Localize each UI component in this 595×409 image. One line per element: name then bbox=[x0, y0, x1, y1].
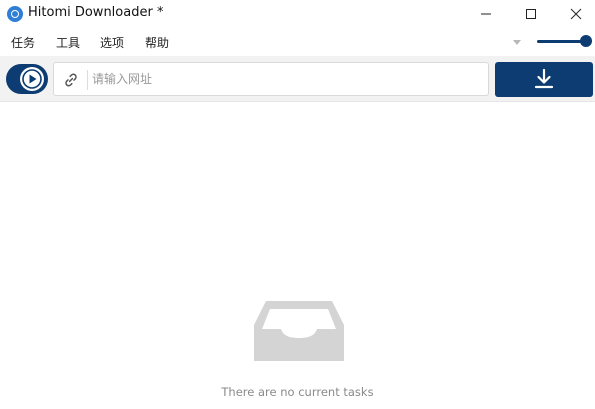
run-toggle[interactable] bbox=[6, 64, 48, 94]
slider-handle[interactable] bbox=[580, 35, 592, 47]
title-bar: Hitomi Downloader * bbox=[0, 0, 595, 28]
maximize-icon bbox=[526, 9, 536, 19]
menu-tools[interactable]: 工具 bbox=[56, 34, 80, 51]
url-divider bbox=[87, 70, 88, 90]
hitomi-app-icon bbox=[7, 6, 23, 22]
inbox-tray-icon bbox=[254, 301, 344, 361]
window-title: Hitomi Downloader * bbox=[28, 5, 164, 20]
menu-bar: 任务 工具 选项 帮助 bbox=[0, 30, 595, 54]
volume-slider[interactable] bbox=[537, 40, 585, 43]
minimize-button[interactable] bbox=[463, 0, 509, 28]
download-icon bbox=[534, 68, 554, 89]
close-button[interactable] bbox=[553, 0, 595, 28]
url-box bbox=[53, 62, 489, 96]
minimize-icon bbox=[481, 13, 491, 15]
toggle-knob bbox=[20, 67, 44, 91]
url-input[interactable] bbox=[92, 63, 482, 95]
link-icon bbox=[65, 73, 77, 87]
menu-help[interactable]: 帮助 bbox=[145, 34, 169, 51]
play-icon bbox=[22, 69, 42, 89]
download-button[interactable] bbox=[495, 62, 593, 97]
task-list-empty: There are no current tasks bbox=[0, 103, 595, 409]
toolbar bbox=[0, 56, 595, 102]
empty-state-message: There are no current tasks bbox=[221, 385, 374, 399]
menu-tasks[interactable]: 任务 bbox=[11, 34, 35, 51]
app-window: Hitomi Downloader * 任务 工具 选项 帮助 请输入网址 Th… bbox=[0, 0, 595, 409]
chevron-down-icon[interactable] bbox=[513, 40, 521, 45]
close-icon bbox=[570, 8, 582, 20]
menu-options[interactable]: 选项 bbox=[100, 34, 124, 51]
maximize-button[interactable] bbox=[508, 0, 554, 28]
